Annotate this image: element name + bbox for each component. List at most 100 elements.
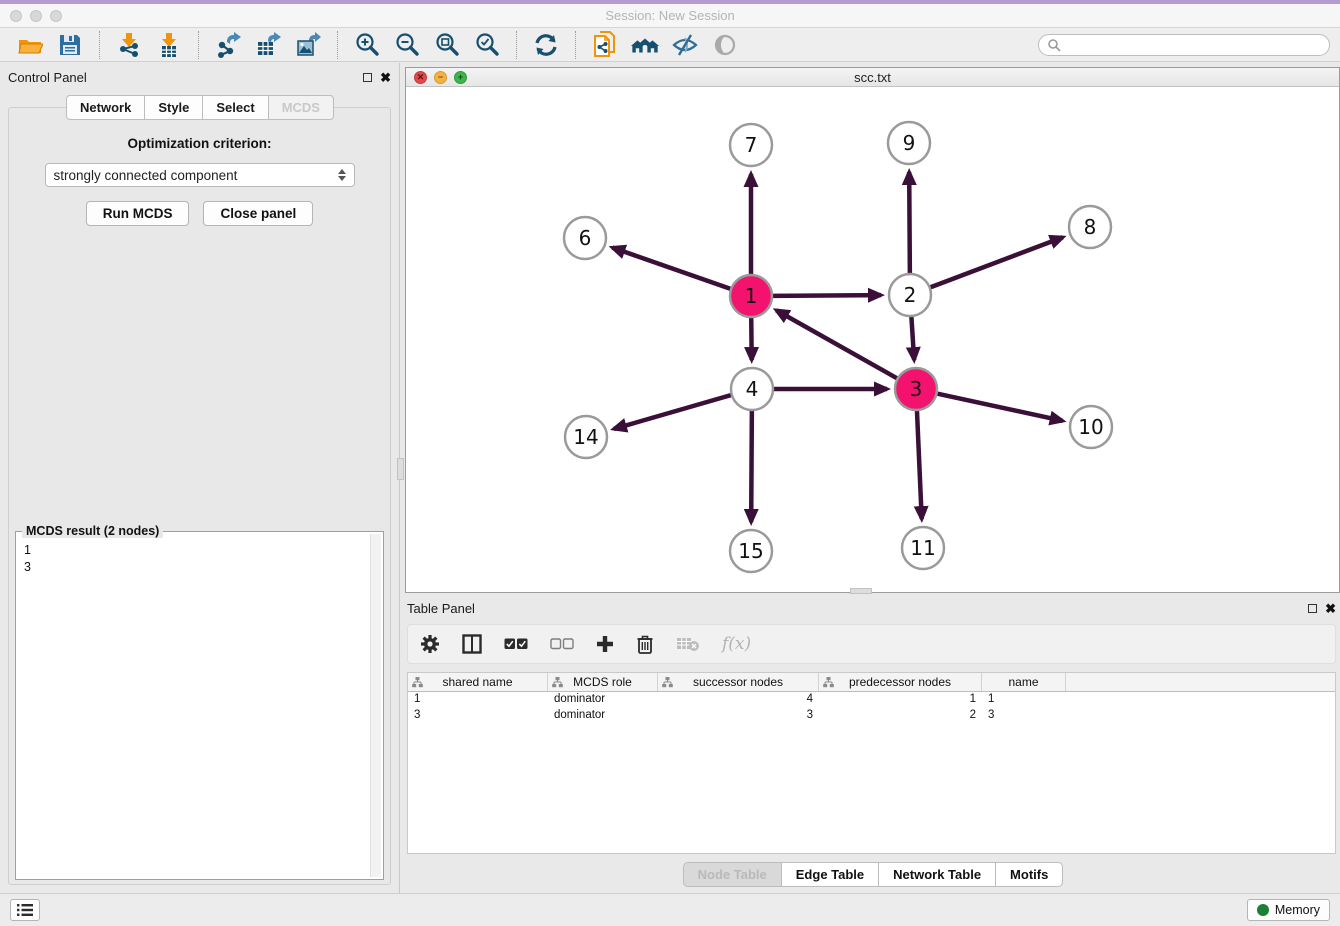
mcds-result-box: MCDS result (2 nodes) 1 3	[15, 531, 384, 880]
column-header-successor-nodes[interactable]: successor nodes	[658, 673, 819, 691]
zoom-in-icon	[354, 32, 380, 58]
export-image-button[interactable]	[293, 30, 323, 60]
edge-4-15[interactable]	[751, 411, 752, 522]
show-task-history-button[interactable]	[10, 899, 40, 921]
float-panel-icon[interactable]	[363, 73, 372, 82]
optimization-criterion-select[interactable]: strongly connected component	[45, 163, 355, 187]
export-table-icon	[255, 32, 281, 58]
unselect-all-columns-button[interactable]	[550, 637, 574, 651]
import-network-button[interactable]	[114, 30, 144, 60]
table-header-row: shared name MCDS role successor nodes pr…	[408, 673, 1335, 692]
unchecked-boxes-icon	[550, 637, 574, 651]
edges-layer	[612, 172, 1062, 522]
columns-icon	[462, 634, 482, 654]
graph-node-label-9: 9	[903, 131, 916, 155]
show-graphics-details-button[interactable]	[710, 30, 740, 60]
close-table-panel-icon[interactable]: ✖	[1325, 604, 1336, 613]
table-row[interactable]: 3 dominator 3 2 3	[408, 708, 1335, 724]
graph-node-label-2: 2	[904, 283, 917, 307]
network-close-icon[interactable]: ✕	[414, 71, 427, 84]
zoom-selected-button[interactable]	[472, 30, 502, 60]
table-panel: Table Panel ✖	[405, 596, 1340, 893]
horizontal-splitter-grip[interactable]	[850, 588, 872, 594]
open-sample-session-button[interactable]	[590, 30, 620, 60]
network-window-titlebar[interactable]: ✕ − + scc.txt	[406, 68, 1339, 87]
graph-node-label-4: 4	[746, 377, 759, 401]
edge-1-6[interactable]	[612, 248, 730, 289]
network-maximize-icon[interactable]: +	[454, 71, 467, 84]
table-toolbar: f(x)	[407, 624, 1336, 664]
tab-select[interactable]: Select	[202, 95, 268, 120]
node-table[interactable]: shared name MCDS role successor nodes pr…	[407, 672, 1336, 854]
column-type-icon	[412, 677, 423, 688]
close-panel-button[interactable]: Close panel	[203, 201, 313, 226]
create-column-button[interactable]	[596, 635, 614, 653]
memory-button[interactable]: Memory	[1247, 899, 1330, 921]
vertical-splitter-grip[interactable]	[397, 458, 404, 480]
checked-boxes-icon	[504, 637, 528, 651]
result-scrollbar[interactable]	[370, 534, 381, 877]
edge-2-3[interactable]	[911, 317, 914, 360]
app-title: Session: New Session	[0, 8, 1340, 23]
export-table-button[interactable]	[253, 30, 283, 60]
select-all-columns-button[interactable]	[504, 637, 528, 651]
network-canvas[interactable]: 7968124314101511	[406, 87, 1339, 592]
column-header-predecessor-nodes[interactable]: predecessor nodes	[819, 673, 982, 691]
tab-mcds[interactable]: MCDS	[268, 95, 334, 120]
edge-3-1[interactable]	[776, 310, 897, 378]
toolbar-separator	[198, 31, 199, 59]
column-header-shared-name[interactable]: shared name	[408, 673, 548, 691]
edge-3-10[interactable]	[937, 394, 1062, 421]
zoom-in-button[interactable]	[352, 30, 382, 60]
table-options-button[interactable]	[420, 634, 440, 654]
zoom-out-button[interactable]	[392, 30, 422, 60]
edge-2-9[interactable]	[909, 172, 910, 273]
sample-documents-icon	[591, 30, 619, 60]
hide-graphics-details-button[interactable]	[670, 30, 700, 60]
table-tabs-bar: Node Table Edge Table Network Table Moti…	[405, 862, 1340, 887]
tab-edge-table[interactable]: Edge Table	[781, 862, 879, 887]
network-minimize-icon[interactable]: −	[434, 71, 447, 84]
graph-node-label-7: 7	[745, 133, 758, 157]
home-pages-button[interactable]	[630, 30, 660, 60]
close-panel-icon[interactable]: ✖	[380, 73, 391, 82]
edge-2-8[interactable]	[931, 237, 1063, 287]
refresh-view-button[interactable]	[531, 30, 561, 60]
network-graph[interactable]: 7968124314101511	[406, 87, 1334, 589]
main-toolbar	[0, 28, 1340, 62]
column-header-mcds-role[interactable]: MCDS role	[548, 673, 658, 691]
zoom-out-icon	[394, 32, 420, 58]
column-type-icon	[662, 677, 673, 688]
plus-icon	[596, 635, 614, 653]
mcds-result-text: 1 3	[24, 542, 369, 877]
tab-network[interactable]: Network	[66, 95, 145, 120]
graph-node-label-14: 14	[573, 425, 598, 449]
search-input[interactable]	[1061, 38, 1321, 52]
open-session-button[interactable]	[15, 30, 45, 60]
graph-node-label-10: 10	[1078, 415, 1103, 439]
eye-slash-icon	[671, 32, 699, 58]
control-panel-title: Control Panel	[8, 70, 87, 85]
edge-3-11[interactable]	[917, 411, 922, 519]
run-mcds-button[interactable]: Run MCDS	[86, 201, 190, 226]
tab-motifs[interactable]: Motifs	[995, 862, 1063, 887]
tab-node-table[interactable]: Node Table	[683, 862, 782, 887]
save-session-button[interactable]	[55, 30, 85, 60]
app-titlebar: Session: New Session	[0, 4, 1340, 28]
tab-network-table[interactable]: Network Table	[878, 862, 996, 887]
float-table-panel-icon[interactable]	[1308, 604, 1317, 613]
tab-style[interactable]: Style	[144, 95, 203, 120]
export-network-button[interactable]	[213, 30, 243, 60]
import-table-button[interactable]	[154, 30, 184, 60]
zoom-fit-button[interactable]	[432, 30, 462, 60]
show-column-button[interactable]	[462, 634, 482, 654]
edge-4-14[interactable]	[614, 395, 731, 429]
network-search-field[interactable]	[1038, 34, 1330, 56]
control-panel: Control Panel ✖ Network Style Select MCD…	[0, 63, 400, 893]
optimization-criterion-label: Optimization criterion:	[9, 136, 390, 151]
delete-columns-button[interactable]	[636, 634, 654, 654]
table-panel-header: Table Panel ✖	[407, 598, 1336, 618]
edge-1-2[interactable]	[773, 295, 881, 296]
table-row[interactable]: 1 dominator 4 1 1	[408, 692, 1335, 708]
column-header-name[interactable]: name	[982, 673, 1066, 691]
